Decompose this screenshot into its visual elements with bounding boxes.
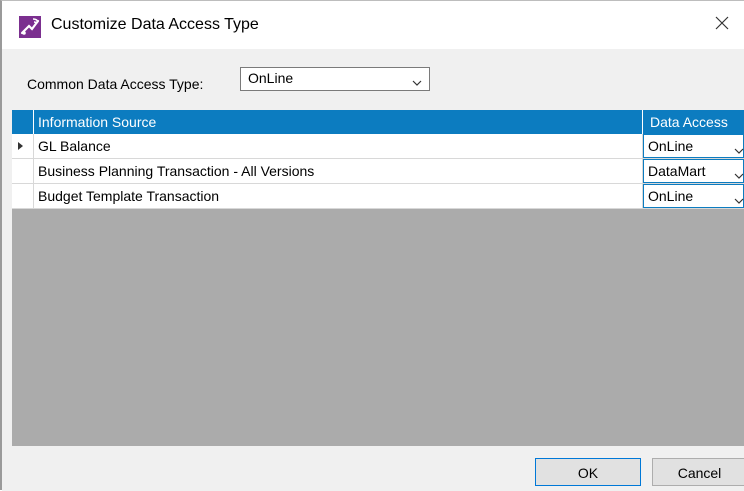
table-row[interactable]: GL Balance OnLine: [12, 134, 744, 159]
column-header-data-access[interactable]: Data Access: [643, 110, 744, 134]
header-row-selector[interactable]: [12, 110, 34, 134]
data-access-dropdown[interactable]: OnLine: [643, 134, 744, 158]
common-access-dropdown[interactable]: OnLine: [240, 67, 430, 91]
app-logo-icon: [19, 16, 41, 38]
row-pointer-icon: [18, 142, 23, 150]
dialog-footer: OK Cancel: [2, 446, 744, 491]
ok-button[interactable]: OK: [535, 458, 641, 486]
data-access-value: OnLine: [648, 138, 694, 154]
grid-header: Information Source Data Access: [12, 110, 744, 134]
data-access-dropdown[interactable]: OnLine: [643, 184, 744, 208]
column-header-information-source[interactable]: Information Source: [34, 110, 643, 134]
data-access-dropdown[interactable]: DataMart: [643, 159, 744, 183]
chevron-down-icon: [734, 167, 744, 183]
data-access-value: OnLine: [648, 188, 694, 204]
information-source-cell[interactable]: Budget Template Transaction: [34, 184, 643, 208]
close-icon: [715, 16, 729, 35]
dialog-window: Customize Data Access Type Common Data A…: [0, 0, 744, 491]
data-access-value: DataMart: [648, 163, 706, 179]
table-row[interactable]: Business Planning Transaction - All Vers…: [12, 159, 744, 184]
data-access-grid: Information Source Data Access GL Balanc…: [12, 110, 744, 446]
chevron-down-icon: [734, 142, 744, 158]
chevron-down-icon: [734, 192, 744, 208]
close-button[interactable]: [700, 1, 744, 49]
chevron-down-icon: [412, 74, 422, 90]
cancel-button[interactable]: Cancel: [652, 458, 744, 486]
title-bar: Customize Data Access Type: [2, 1, 744, 49]
table-row[interactable]: Budget Template Transaction OnLine: [12, 184, 744, 209]
row-selector[interactable]: [12, 159, 34, 183]
row-selector[interactable]: [12, 184, 34, 208]
information-source-cell[interactable]: GL Balance: [34, 134, 643, 158]
window-title: Customize Data Access Type: [51, 16, 259, 33]
common-access-value: OnLine: [248, 70, 294, 86]
information-source-cell[interactable]: Business Planning Transaction - All Vers…: [34, 159, 643, 183]
row-selector[interactable]: [12, 134, 34, 158]
common-access-label: Common Data Access Type:: [27, 76, 204, 92]
